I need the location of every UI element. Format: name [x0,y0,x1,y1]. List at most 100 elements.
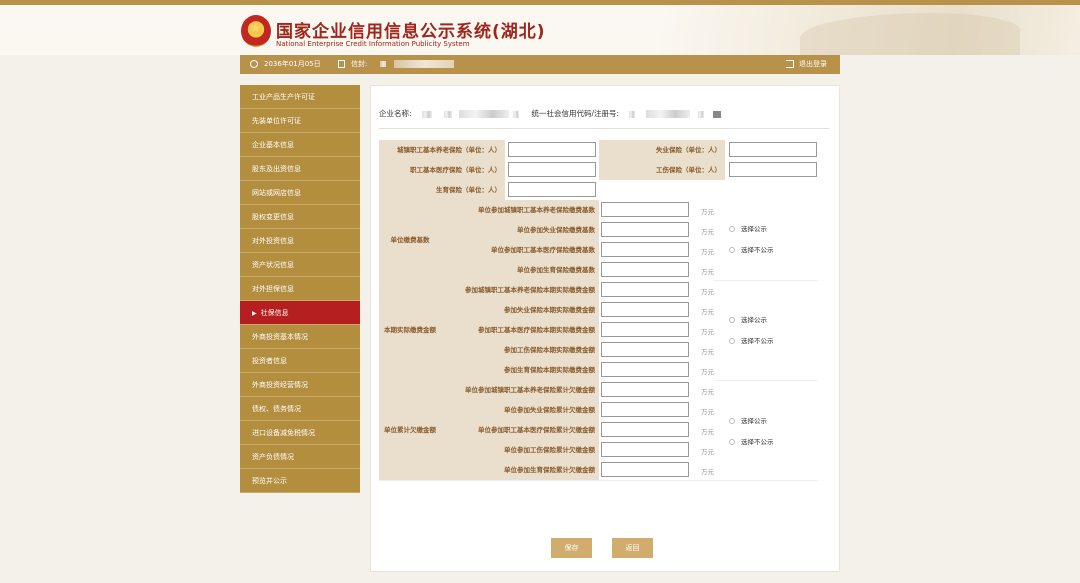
unit-label: 万元 [701,368,714,376]
amount-input[interactable] [601,282,689,297]
publish-radio[interactable]: 选择公示 [729,314,767,324]
logout-link[interactable]: 退出登录 [786,55,827,74]
enterprise-info: 企业名称: 统一社会信用代码/注册号: [379,108,721,119]
logout-label: 退出登录 [799,60,827,68]
amount-input[interactable] [601,342,689,357]
sidebar-item-balance-sheet[interactable]: 资产负债情况 [240,445,360,469]
logout-icon [786,60,794,68]
unit-label: 万元 [701,308,714,316]
save-button[interactable]: 保存 [551,538,592,558]
unit-label: 万元 [701,448,714,456]
pension-count-label: 城镇职工基本养老保险（单位：人） [379,140,505,160]
radio-circle-icon [729,418,735,424]
amount-input[interactable] [601,362,689,377]
unit-label: 万元 [701,348,714,356]
unit-label: 万元 [701,288,714,296]
sidebar-item-guarantee[interactable]: 对外担保信息 [240,277,360,301]
amount-input[interactable] [601,322,689,337]
amount-input[interactable] [601,262,689,277]
amount-input[interactable] [601,202,689,217]
unit-label: 万元 [701,248,714,256]
row-label: 单位参加城镇职工基本养老保险累计欠缴金额 [441,380,599,400]
row-label: 单位参加工伤保险累计欠缴金额 [441,440,599,460]
unemployment-count-input[interactable] [729,142,817,157]
medical-count-label: 职工基本医疗保险（单位：人） [379,160,505,180]
document-icon [338,60,345,68]
date-display: 2036年01月05日 [250,55,321,74]
row-label: 单位参加失业保险缴费基数 [441,220,599,240]
amount-input[interactable] [601,402,689,417]
sidebar-item-website[interactable]: 网站或网店信息 [240,181,360,205]
amount-input[interactable] [601,382,689,397]
radio-circle-icon [729,338,735,344]
maternity-count-label: 生育保险（单位：人） [379,180,505,200]
sidebar-item-investment[interactable]: 对外投资信息 [240,229,360,253]
sidebar-item-debts[interactable]: 债权、债务情况 [240,397,360,421]
sidebar-item-foreign-basic[interactable]: 外商投资基本情况 [240,325,360,349]
group-label-actual-payment: 本期实际缴费金额 [379,280,441,380]
amount-input[interactable] [601,242,689,257]
sidebar-item-investors[interactable]: 投资者信息 [240,349,360,373]
divider [379,480,818,481]
redacted-block [444,110,453,118]
site-subtitle: National Enterprise Credit Information P… [276,40,470,48]
unit-label: 万元 [701,388,714,396]
info-bar: 2036年01月05日 信封: 退出登录 [240,55,840,74]
row-label: 参加工伤保险本期实际缴费金额 [441,340,599,360]
unit-label: 万元 [701,268,714,276]
sidebar-item-assets[interactable]: 资产状况信息 [240,253,360,277]
redacted-block [712,110,721,118]
sidebar-item-social-insurance[interactable]: ▶ 社保信息 [240,301,360,325]
publish-radio[interactable]: 选择公示 [729,223,767,233]
sidebar-item-preview-publish[interactable]: 预览并公示 [240,469,360,493]
redacted-block [379,61,386,67]
divider [379,128,829,129]
radio-circle-icon [729,317,735,323]
sidebar-item-unit-license[interactable]: 先装单位许可证 [240,109,360,133]
back-button[interactable]: 返回 [612,538,653,558]
redacted-block [698,110,705,118]
sidebar-item-basic-info[interactable]: 企业基本信息 [240,133,360,157]
row-label: 单位参加失业保险累计欠缴金额 [441,400,599,420]
enterprise-name-label: 企业名称: [379,109,412,118]
group-label-contribution-base: 单位缴费基数 [379,200,441,280]
date-text: 2036年01月05日 [264,60,321,68]
no-publish-radio[interactable]: 选择不公示 [729,244,774,254]
pension-count-input[interactable] [508,142,596,157]
redacted-block [645,110,690,118]
divider [714,280,818,281]
site-header: ★ 国家企业信用信息公示系统(湖北) National Enterprise C… [0,5,1080,55]
injury-count-input[interactable] [729,162,817,177]
divider [714,380,818,381]
unemployment-count-label: 失业保险（单位：人） [599,140,725,160]
national-emblem-icon: ★ [241,15,271,47]
injury-count-label: 工伤保险（单位：人） [599,160,725,180]
redacted-block [513,110,520,118]
no-publish-radio[interactable]: 选择不公示 [729,335,774,345]
amount-input[interactable] [601,302,689,317]
credit-code-label: 统一社会信用代码/注册号: [531,109,620,118]
no-publish-radio[interactable]: 选择不公示 [729,436,774,446]
amount-input[interactable] [601,462,689,477]
unit-label: 万元 [701,228,714,236]
medical-count-input[interactable] [508,162,596,177]
sidebar-item-equity-change[interactable]: 股权变更信息 [240,205,360,229]
unit-label: 万元 [701,328,714,336]
sidebar-item-production-license[interactable]: 工业产品生产许可证 [240,85,360,109]
redacted-block [393,60,454,68]
site-title: 国家企业信用信息公示系统(湖北) [276,22,546,42]
sidebar-item-foreign-operation[interactable]: 外商投资经营情况 [240,373,360,397]
amount-input[interactable] [601,442,689,457]
sidebar-nav: 工业产品生产许可证 先装单位许可证 企业基本信息 股东及出资信息 网站或网店信息… [240,85,360,493]
publish-radio[interactable]: 选择公示 [729,415,767,425]
amount-input[interactable] [601,222,689,237]
unit-label: 万元 [701,468,714,476]
sidebar-item-shareholders[interactable]: 股东及出资信息 [240,157,360,181]
amount-input[interactable] [601,422,689,437]
main-content: 企业名称: 统一社会信用代码/注册号: 城镇职工基本养老保险（单位：人） 失业保… [370,85,840,572]
row-label: 参加城镇职工基本养老保险本期实际缴费金额 [441,280,599,300]
redacted-block [629,110,636,118]
sidebar-item-import-equipment[interactable]: 进口设备减免税情况 [240,421,360,445]
redacted-block [458,110,509,118]
maternity-count-input[interactable] [508,182,596,197]
